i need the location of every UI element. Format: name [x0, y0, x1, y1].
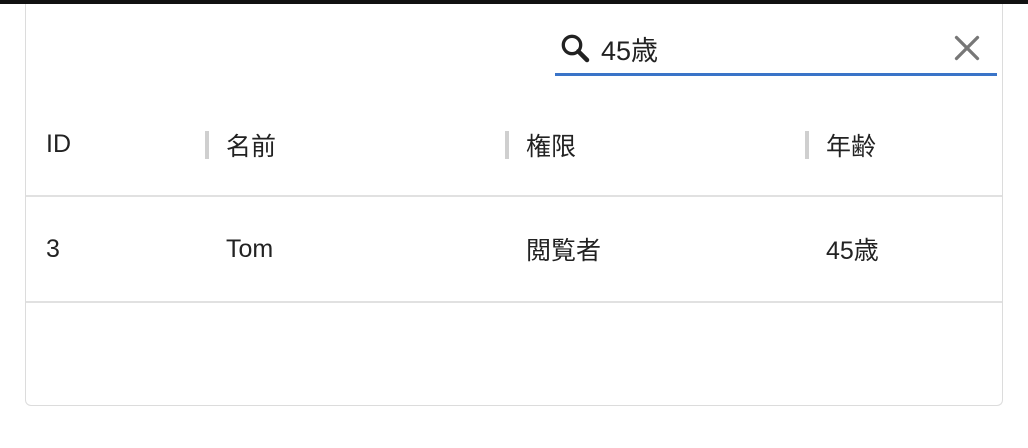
column-header-name[interactable]: 名前 [226, 94, 526, 195]
grid-toolbar [26, 4, 1002, 94]
column-separator[interactable] [205, 131, 209, 159]
search-box[interactable] [555, 22, 997, 76]
table-cell-age: 45歳 [826, 237, 879, 265]
table-header-row: ID 名前 権限 年齢 [26, 94, 1002, 197]
table-row[interactable]: 3 Tom 閲覧者 45歳 [26, 197, 1002, 303]
close-icon[interactable] [949, 30, 985, 66]
column-header-age[interactable]: 年齢 [826, 94, 1002, 195]
table-cell-id: 3 [46, 234, 60, 263]
data-grid: ID 名前 権限 年齢 3 Tom 閲覧者 45歳 [25, 4, 1003, 406]
column-separator[interactable] [805, 131, 809, 159]
search-icon [561, 34, 590, 63]
table-cell-permission: 閲覧者 [526, 237, 602, 265]
column-header-permission[interactable]: 権限 [526, 94, 826, 195]
column-separator[interactable] [505, 131, 509, 159]
table-cell-name: Tom [226, 234, 274, 263]
column-header-id[interactable]: ID [46, 94, 226, 195]
search-input[interactable] [601, 28, 931, 68]
